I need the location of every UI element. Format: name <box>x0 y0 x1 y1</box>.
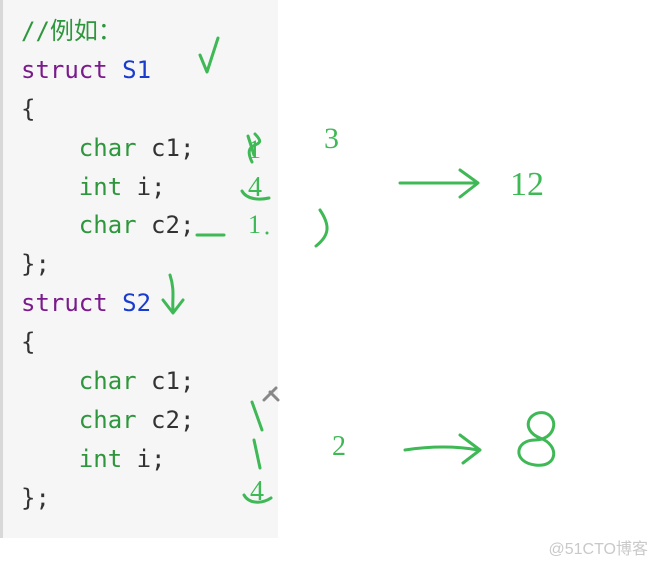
struct-name: S1 <box>122 56 151 84</box>
s2-group-text: 2 <box>332 431 346 462</box>
code-line-open1: { <box>21 90 278 129</box>
code-line-close1: }; <box>21 245 278 284</box>
code-line-s1f3: char c2; <box>21 206 278 245</box>
type: char <box>79 367 137 395</box>
variable: c2; <box>151 406 194 434</box>
code-line-s2f3: int i; <box>21 440 278 479</box>
code-block: //例如： struct S1 { char c1; int i; char c… <box>0 0 278 538</box>
comment: //例如： <box>21 17 122 45</box>
code-line-comment: //例如： <box>21 12 278 51</box>
type: char <box>79 211 137 239</box>
s2-total-8 <box>519 413 554 466</box>
code-line-struct2: struct S2 <box>21 284 278 323</box>
brace-close: }; <box>21 484 50 512</box>
s1-arrow <box>400 170 478 197</box>
variable: i; <box>137 445 166 473</box>
s1-c1-pad-text: 3 <box>324 122 339 155</box>
code-line-close2: }; <box>21 479 278 518</box>
type: int <box>79 173 122 201</box>
variable: i; <box>137 173 166 201</box>
code-line-s2f1: char c1; <box>21 362 278 401</box>
code-line-s1f2: int i; <box>21 168 278 207</box>
code-line-struct1: struct S1 <box>21 51 278 90</box>
struct-name: S2 <box>122 289 151 317</box>
code-line-open2: { <box>21 323 278 362</box>
variable: c1; <box>151 134 194 162</box>
type: char <box>79 134 137 162</box>
brace-close: }; <box>21 250 50 278</box>
type: char <box>79 406 137 434</box>
s2-arrow <box>405 435 480 463</box>
variable: c2; <box>151 211 194 239</box>
variable: c1; <box>151 367 194 395</box>
watermark: @51CTO博客 <box>548 535 648 559</box>
s1-c2-pad-bracket <box>316 210 327 246</box>
brace-open: { <box>21 328 35 356</box>
brace-open: { <box>21 95 35 123</box>
s1-total-text: 12 <box>510 166 544 203</box>
type: int <box>79 445 122 473</box>
keyword: struct <box>21 289 108 317</box>
code-line-s2f2: char c2; <box>21 401 278 440</box>
code-line-s1f1: char c1; <box>21 129 278 168</box>
keyword: struct <box>21 56 108 84</box>
